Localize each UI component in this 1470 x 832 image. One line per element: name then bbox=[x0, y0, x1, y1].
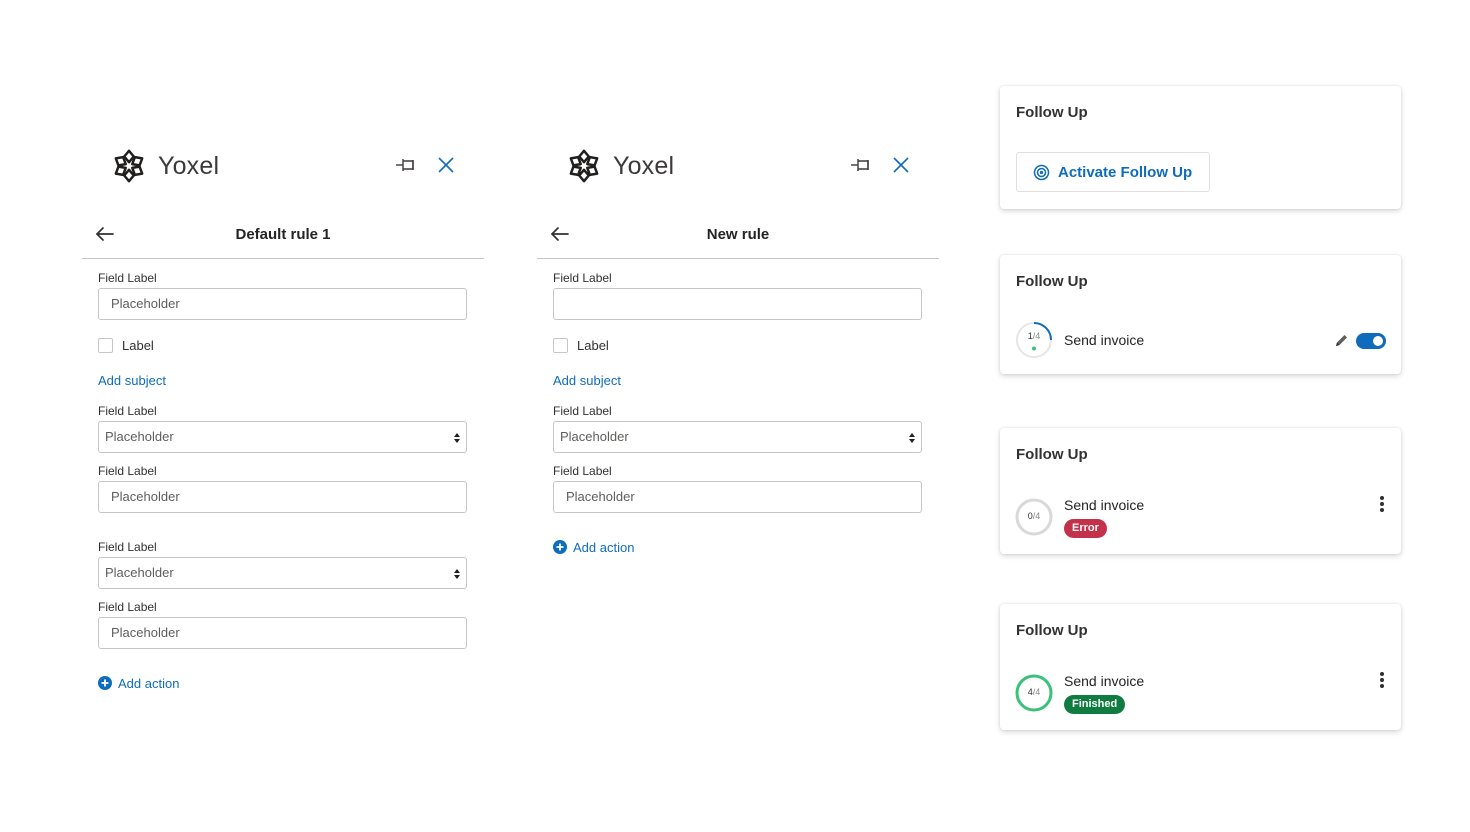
select-field[interactable]: Placeholder bbox=[98, 557, 467, 589]
progress-ring: 0/4 bbox=[1015, 498, 1053, 536]
text-field[interactable]: Placeholder bbox=[98, 288, 467, 320]
page-title: Default rule 1 bbox=[235, 226, 331, 243]
add-action-label: Add action bbox=[118, 675, 180, 691]
panel-header: Default rule 1 bbox=[82, 216, 484, 259]
checkbox-label: Label bbox=[122, 338, 154, 353]
activate-follow-up-label: Activate Follow Up bbox=[1058, 163, 1193, 181]
pin-icon[interactable] bbox=[849, 154, 873, 176]
brand-name: Yoxel bbox=[158, 151, 220, 180]
field-label: Field Label bbox=[98, 404, 157, 418]
activate-follow-up-button[interactable]: Activate Follow Up bbox=[1016, 152, 1210, 192]
select-arrows-icon bbox=[909, 433, 915, 443]
card-title: Follow Up bbox=[1016, 446, 1088, 463]
text-field[interactable]: Placeholder bbox=[98, 481, 467, 513]
task-name: Send invoice bbox=[1064, 673, 1145, 689]
field-label: Field Label bbox=[98, 464, 157, 478]
follow-up-card-activate: Follow Up Activate Follow Up bbox=[1000, 86, 1401, 209]
more-vertical-icon[interactable] bbox=[1376, 495, 1388, 513]
status-badge-finished: Finished bbox=[1064, 695, 1126, 714]
add-subject-link[interactable]: Add subject bbox=[553, 373, 621, 388]
progress-total: 4 bbox=[1035, 687, 1041, 697]
follow-up-card-error: Follow Up 0/4 Send invoice Error bbox=[1000, 428, 1401, 554]
brand: Yoxel bbox=[110, 146, 219, 186]
plus-circle-icon bbox=[553, 540, 567, 554]
progress-ring: 1/4 bbox=[1015, 321, 1053, 359]
field-label: Field Label bbox=[98, 600, 157, 614]
close-icon[interactable] bbox=[435, 154, 457, 176]
close-icon[interactable] bbox=[890, 154, 912, 176]
snowflake-logo-icon bbox=[114, 149, 144, 183]
progress-text: 4/4 bbox=[1015, 687, 1053, 697]
select-field[interactable]: Placeholder bbox=[553, 421, 922, 453]
progress-total: 4 bbox=[1035, 511, 1041, 521]
text-field[interactable] bbox=[553, 288, 922, 320]
select-value: Placeholder bbox=[105, 565, 174, 580]
plus-circle-icon bbox=[98, 676, 112, 690]
checkbox-label: Label bbox=[577, 338, 609, 353]
task-name: Send invoice bbox=[1064, 497, 1145, 513]
field-label: Field Label bbox=[553, 404, 612, 418]
status-badge-error: Error bbox=[1064, 519, 1107, 538]
follow-up-card-finished: Follow Up 4/4 Send invoice Finished bbox=[1000, 604, 1401, 730]
field-label: Field Label bbox=[553, 271, 612, 285]
brand: Yoxel bbox=[565, 146, 674, 186]
text-field[interactable]: Placeholder bbox=[553, 481, 922, 513]
card-title: Follow Up bbox=[1016, 104, 1088, 121]
toggle-switch[interactable] bbox=[1356, 333, 1386, 349]
pencil-icon[interactable] bbox=[1334, 333, 1349, 348]
snowflake-logo-icon bbox=[569, 149, 599, 183]
add-action-button[interactable]: Add action bbox=[98, 675, 179, 691]
field-label: Field Label bbox=[98, 271, 157, 285]
pin-icon[interactable] bbox=[394, 154, 418, 176]
progress-text: 0/4 bbox=[1015, 511, 1053, 521]
follow-up-card-in-progress: Follow Up 1/4 Send invoice bbox=[1000, 255, 1401, 374]
more-vertical-icon[interactable] bbox=[1376, 671, 1388, 689]
add-action-label: Add action bbox=[573, 539, 635, 555]
progress-total: 4 bbox=[1035, 331, 1041, 341]
add-action-button[interactable]: Add action bbox=[553, 539, 634, 555]
select-field[interactable]: Placeholder bbox=[98, 421, 467, 453]
select-value: Placeholder bbox=[560, 429, 629, 444]
field-label: Field Label bbox=[553, 464, 612, 478]
checkbox[interactable] bbox=[553, 338, 568, 353]
select-arrows-icon bbox=[454, 433, 460, 443]
text-field[interactable]: Placeholder bbox=[98, 617, 467, 649]
add-subject-link[interactable]: Add subject bbox=[98, 373, 166, 388]
card-title: Follow Up bbox=[1016, 622, 1088, 639]
progress-ring: 4/4 bbox=[1015, 674, 1053, 712]
card-title: Follow Up bbox=[1016, 273, 1088, 290]
checkbox[interactable] bbox=[98, 338, 113, 353]
select-arrows-icon bbox=[454, 569, 460, 579]
panel-header: New rule bbox=[537, 216, 939, 259]
toggle-knob bbox=[1373, 336, 1383, 346]
target-icon bbox=[1033, 164, 1050, 180]
task-name: Send invoice bbox=[1064, 332, 1145, 348]
brand-name: Yoxel bbox=[613, 151, 675, 180]
page-title: New rule bbox=[706, 226, 770, 243]
select-value: Placeholder bbox=[105, 429, 174, 444]
field-label: Field Label bbox=[98, 540, 157, 554]
progress-text: 1/4 bbox=[1015, 331, 1053, 341]
